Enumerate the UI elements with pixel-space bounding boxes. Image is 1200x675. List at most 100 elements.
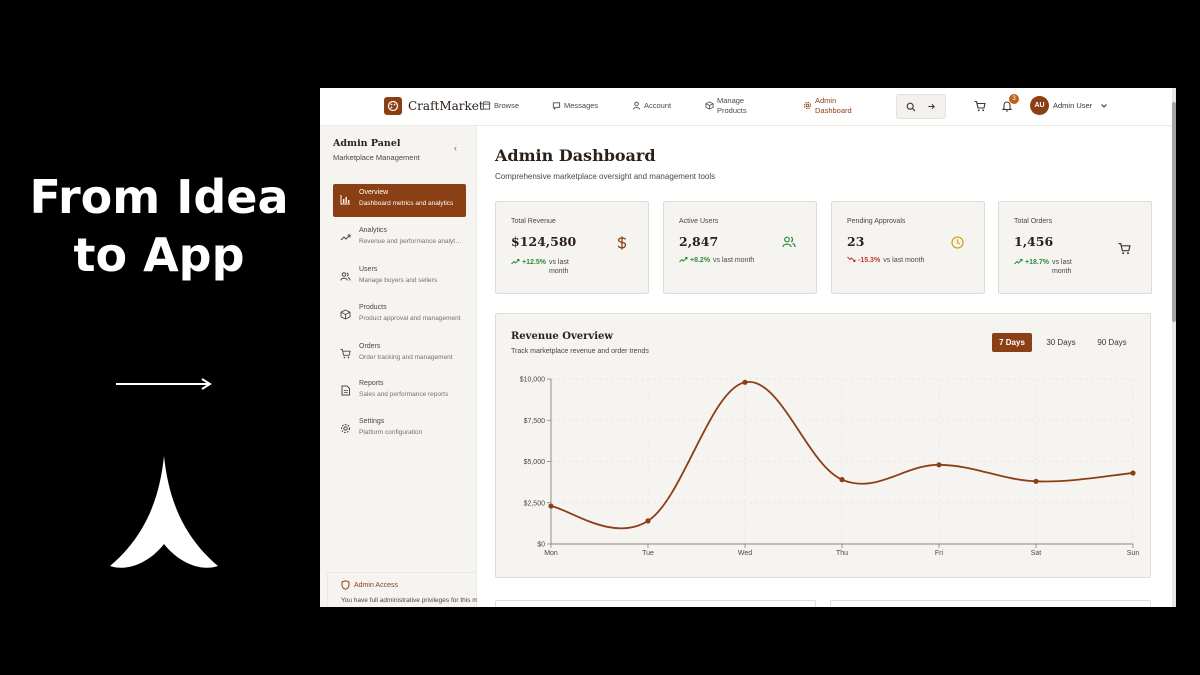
promo-title-line2: to App — [73, 228, 245, 282]
arrow-right-icon[interactable] — [927, 102, 936, 111]
search-icon[interactable] — [906, 102, 916, 112]
sidebar-item-label: Products — [359, 304, 387, 311]
stat-label: Active Users — [679, 218, 719, 225]
stat-label: Total Orders — [1014, 218, 1053, 225]
sidebar-item-desc: Manage buyers and sellers — [359, 277, 438, 284]
stat-value: 2,847 — [679, 234, 719, 249]
palette-icon — [384, 97, 402, 115]
stat-card-users: Active Users 2,847 +8.2% vs last month — [663, 201, 817, 294]
sidebar-item-label: Reports — [359, 380, 384, 387]
promo-title: From Idea to App — [0, 168, 318, 284]
nav-messages-label: Messages — [564, 101, 599, 110]
bottom-card-right — [830, 600, 1151, 607]
revenue-line-chart: $0 $2,500 $5,000 $7,500 $10,000 Mon Tue Wed Thu F… — [520, 377, 1140, 558]
sidebar-item-settings[interactable]: Settings Platform configuration — [333, 413, 466, 446]
y-tick-label: $5,000 — [524, 459, 546, 466]
trend-up-icon — [511, 259, 520, 265]
nav-account-label: Account — [644, 101, 672, 110]
y-tick-label: $0 — [537, 542, 545, 549]
sidebar-item-analytics[interactable]: Analytics Revenue and performance analyt… — [333, 222, 466, 255]
sidebar-item-label: Settings — [359, 418, 385, 425]
brand[interactable]: CraftMarket — [384, 97, 484, 115]
y-tick-label: $10,000 — [520, 377, 545, 384]
user-icon — [632, 101, 641, 110]
sidebar-title: Admin Panel — [333, 138, 401, 149]
sidebar-item-desc: Dashboard metrics and analytics — [359, 200, 454, 207]
stat-value: $124,580 — [511, 234, 577, 249]
sidebar-item-desc: Platform configuration — [359, 429, 423, 436]
stat-label: Total Revenue — [511, 218, 556, 225]
y-tick-label: $7,500 — [524, 418, 546, 425]
app-window: CraftMarket Browse Messages Account Mana… — [320, 88, 1176, 607]
sidebar-item-label: Analytics — [359, 227, 388, 234]
stat-comparison: vs last month — [713, 257, 755, 264]
page-subtitle: Comprehensive marketplace oversight and … — [495, 172, 716, 181]
stat-label: Pending Approvals — [847, 218, 906, 225]
x-tick-label: Thu — [836, 550, 848, 557]
top-nav: CraftMarket Browse Messages Account Mana… — [320, 88, 1176, 126]
nav-browse[interactable]: Browse — [482, 101, 519, 110]
clock-icon — [951, 236, 964, 249]
nav-messages[interactable]: Messages — [552, 101, 598, 110]
search-box[interactable] — [896, 94, 946, 119]
data-point — [742, 379, 748, 385]
data-point — [839, 477, 845, 483]
sidebar-item-desc: Product approval and management — [359, 315, 461, 322]
nav-browse-label: Browse — [494, 101, 520, 110]
sidebar-item-desc: Revenue and performance analytics — [359, 238, 463, 245]
stat-value: 1,456 — [1014, 234, 1054, 249]
sidebar-subtitle: Marketplace Management — [333, 153, 420, 162]
notification-badge: 3 — [1009, 94, 1019, 104]
x-tick-label: Fri — [935, 550, 944, 557]
users-icon — [340, 272, 351, 281]
sidebar-item-label: Orders — [359, 343, 381, 350]
nav-admin-dashboard-line1: Admin — [815, 96, 837, 105]
promo-title-line1: From Idea — [29, 170, 289, 224]
stat-comparison: vs last month — [1051, 259, 1072, 275]
avatar[interactable]: AU — [1030, 96, 1049, 115]
x-tick-label: Sun — [1127, 550, 1140, 557]
box-icon — [705, 101, 714, 110]
nav-admin-dashboard[interactable]: Admin Dashboard — [803, 96, 852, 115]
scrollbar-thumb[interactable] — [1172, 102, 1176, 322]
chat-icon — [552, 102, 561, 110]
bar-chart-icon — [340, 195, 350, 205]
sidebar-item-orders[interactable]: Orders Order tracking and management — [333, 338, 466, 371]
nav-admin-dashboard-line2: Dashboard — [815, 105, 852, 115]
dollar-icon — [617, 236, 627, 250]
scrollbar[interactable] — [1172, 88, 1176, 607]
shield-icon — [341, 580, 350, 590]
trending-icon — [340, 234, 351, 241]
sidebar-item-overview[interactable]: Overview Dashboard metrics and analytics — [333, 184, 466, 217]
gear-icon — [803, 101, 812, 110]
sidebar-item-reports[interactable]: Reports Sales and performance reports — [333, 375, 466, 408]
main-content: Admin Dashboard Comprehensive marketplac… — [477, 126, 1176, 607]
nav-manage-products[interactable]: Manage Products — [705, 96, 747, 115]
stat-comparison: vs last month — [548, 259, 569, 275]
sidebar-item-products[interactable]: Products Product approval and management — [333, 299, 466, 332]
y-tick-label: $2,500 — [524, 500, 546, 507]
store-icon — [482, 101, 491, 110]
sidebar-item-desc: Order tracking and management — [359, 354, 453, 361]
chevron-down-icon[interactable] — [1100, 102, 1108, 110]
sidebar: Admin Panel Marketplace Management ‹ Ove… — [320, 126, 477, 607]
trend-up-icon — [679, 257, 688, 263]
sidebar-item-desc: Sales and performance reports — [359, 391, 449, 398]
user-name[interactable]: Admin User — [1053, 101, 1092, 110]
nav-manage-products-line2: Products — [717, 105, 747, 115]
data-point — [645, 518, 651, 524]
stat-card-pending: Pending Approvals 23 -15.3% vs last mont… — [831, 201, 985, 294]
cart-icon — [340, 348, 351, 359]
cart-icon — [1118, 243, 1131, 255]
x-tick-label: Tue — [642, 550, 654, 557]
cart-icon[interactable] — [974, 100, 986, 112]
users-icon — [782, 236, 796, 248]
stat-card-revenue: Total Revenue $124,580 +12.5% vs last mo… — [495, 201, 649, 294]
collapse-icon[interactable]: ‹ — [454, 143, 457, 153]
page-title: Admin Dashboard — [495, 146, 656, 165]
sidebar-item-users[interactable]: Users Manage buyers and sellers — [333, 261, 466, 294]
arrow-right-icon — [116, 378, 212, 390]
nav-account[interactable]: Account — [632, 101, 671, 110]
sidebar-item-label: Users — [359, 266, 378, 273]
trend-up-icon — [1014, 259, 1023, 265]
